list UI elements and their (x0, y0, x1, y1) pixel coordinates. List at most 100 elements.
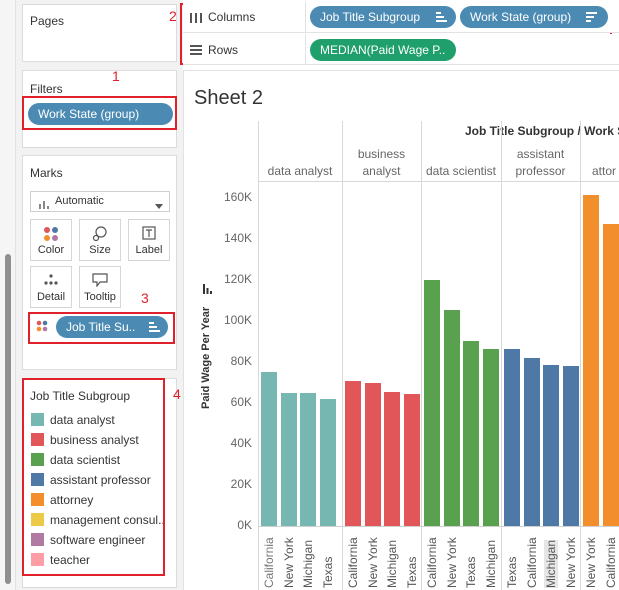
column-header-line: data scientist (425, 164, 497, 178)
column-header-assistant-professor[interactable]: assistant professor (501, 146, 580, 180)
rows-icon (190, 44, 202, 58)
annotation-number-3: 3 (141, 290, 149, 306)
y-tick-label: 80K (230, 353, 252, 368)
pages-title: Pages (30, 14, 65, 28)
size-icon (92, 226, 108, 245)
bar-attorney-new-york[interactable] (583, 195, 599, 526)
bar-attorney-california[interactable] (602, 224, 619, 526)
y-tick-label: 0K (237, 518, 252, 532)
bar-data-analyst-new-york[interactable] (280, 392, 297, 526)
annotation-number-4: 4 (173, 386, 181, 402)
group-divider (501, 121, 502, 590)
y-tick-label: 140K (223, 230, 252, 245)
size-label: Size (89, 244, 111, 256)
column-header-attorney[interactable]: attor (592, 163, 619, 180)
scrollbar-thumb[interactable] (5, 254, 11, 584)
bar-business-analyst-texas[interactable] (403, 393, 420, 526)
x-tick-label[interactable]: California (525, 537, 539, 588)
sheet-title: Sheet 2 (194, 87, 263, 109)
group-divider (580, 121, 581, 590)
detail-icon (43, 273, 59, 290)
tooltip-button[interactable]: Tooltip (79, 266, 121, 308)
left-scrollbar[interactable] (0, 0, 16, 590)
column-header-line: business (357, 147, 406, 161)
columns-pill-work-state[interactable]: Work State (group) (460, 6, 608, 28)
bar-business-analyst-california[interactable] (345, 381, 361, 526)
column-header-line: assistant (516, 147, 565, 161)
group-divider (421, 121, 422, 590)
column-header-title: Job Title Subgroup / Work St (465, 124, 619, 138)
columns-pill-job-title[interactable]: Job Title Subgroup (310, 6, 456, 28)
bar-business-analyst-new-york[interactable] (364, 383, 381, 526)
x-tick-label[interactable]: Michigan (385, 540, 399, 588)
column-header-data-analyst[interactable]: data analyst (258, 163, 342, 180)
mark-type-dropdown[interactable]: Automatic (30, 191, 170, 212)
x-tick-label[interactable]: New York (366, 537, 380, 588)
detail-label: Detail (36, 291, 66, 303)
tooltip-icon (92, 273, 108, 290)
x-tick-label[interactable]: Michigan (544, 539, 558, 588)
column-header-line: attor (592, 164, 617, 178)
x-tick-label[interactable]: New York (445, 537, 459, 588)
x-tick-label[interactable]: Michigan (301, 540, 315, 588)
label-button[interactable]: Label (128, 219, 170, 261)
y-tick-label: 160K (223, 189, 252, 204)
x-tick-label[interactable]: Texas (505, 557, 519, 588)
color-icon (43, 226, 59, 245)
bar-chart-icon (39, 198, 49, 209)
column-header-line: data analyst (267, 164, 333, 178)
filters-title: Filters (30, 82, 63, 96)
bar-data-analyst-texas[interactable] (319, 398, 336, 526)
size-button[interactable]: Size (79, 219, 121, 261)
column-header-business-analyst[interactable]: business analyst (342, 146, 421, 180)
bar-data-analyst-michigan[interactable] (300, 392, 316, 526)
y-tick-label: 120K (223, 271, 252, 286)
x-tick-label[interactable]: California (425, 537, 439, 588)
y-tick-label: 60K (230, 394, 252, 409)
bar-data-scientist-michigan[interactable] (482, 349, 499, 526)
group-divider (342, 121, 343, 590)
x-tick-label[interactable]: Texas (321, 557, 335, 588)
rows-pill-median-wage[interactable]: MEDIAN(Paid Wage P.. (310, 39, 456, 61)
x-tick-label[interactable]: New York (282, 537, 296, 588)
mark-type-value: Automatic (55, 195, 104, 207)
bar-data-scientist-texas[interactable] (463, 341, 479, 526)
header-divider (258, 181, 619, 182)
x-tick-label[interactable]: California (262, 537, 276, 588)
detail-button[interactable]: Detail (30, 266, 72, 308)
sheet-view: Sheet 2 Job Title Subgroup / Work St Pai… (183, 70, 619, 590)
color-label: Color (37, 244, 65, 256)
annotation-box-3 (28, 312, 175, 344)
x-tick-label[interactable]: New York (564, 537, 578, 588)
annotation-box-4 (22, 378, 165, 576)
x-tick-label[interactable]: New York (584, 537, 598, 588)
y-tick-label: 20K (230, 476, 252, 491)
x-tick-label[interactable]: Texas (405, 557, 419, 588)
bar-assistant-professor-new-york[interactable] (562, 365, 579, 526)
x-tick-label[interactable]: California (346, 537, 360, 588)
color-button[interactable]: Color (30, 219, 72, 261)
bar-business-analyst-michigan[interactable] (384, 391, 400, 526)
annotation-number-2: 2 (169, 8, 177, 24)
x-tick-label[interactable]: Michigan (484, 540, 498, 588)
columns-pill-work-state-label: Work State (group) (470, 10, 572, 24)
axis-divider (258, 121, 259, 590)
y-tick-label: 40K (230, 435, 252, 450)
bar-assistant-professor-texas[interactable] (504, 349, 520, 526)
rows-shelf: Rows MEDIAN(Paid Wage P.. (183, 34, 619, 65)
pages-card: Pages (22, 4, 177, 62)
x-tick-label[interactable]: California (604, 537, 618, 588)
bar-data-scientist-new-york[interactable] (443, 310, 460, 526)
chevron-down-icon (155, 199, 163, 213)
bar-data-analyst-california[interactable] (261, 372, 277, 526)
columns-label: Columns (208, 10, 256, 24)
bar-data-scientist-california[interactable] (424, 279, 440, 526)
x-tick-label[interactable]: Texas (464, 557, 478, 588)
annotation-number-1: 1 (112, 68, 120, 84)
column-header-data-scientist[interactable]: data scientist (421, 163, 501, 180)
bar-assistant-professor-michigan[interactable] (543, 364, 559, 526)
sort-descending-icon (436, 12, 447, 22)
annotation-box-1 (22, 96, 177, 130)
marks-title: Marks (30, 166, 63, 180)
bar-assistant-professor-california[interactable] (523, 357, 540, 526)
